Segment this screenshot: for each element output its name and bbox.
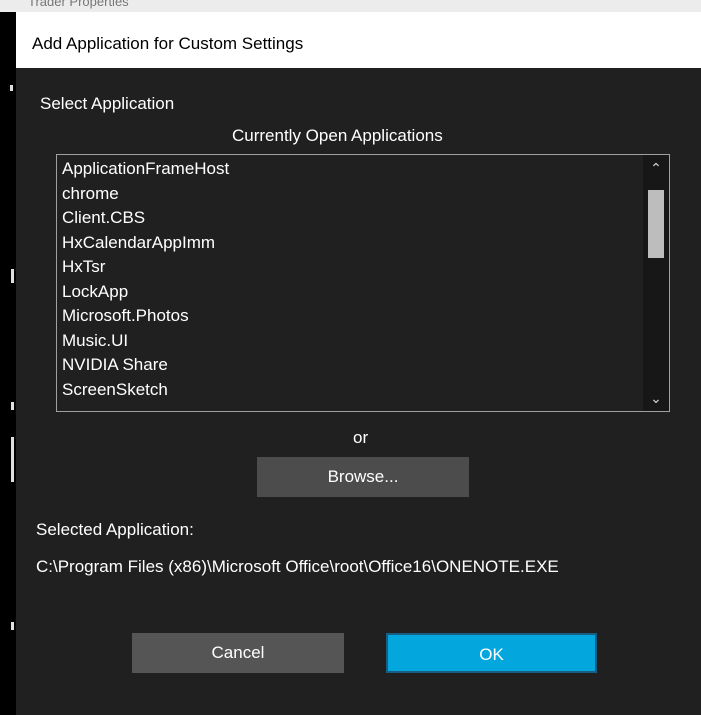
list-items: ApplicationFrameHost chrome Client.CBS H… xyxy=(62,157,642,402)
chevron-up-icon[interactable]: ⌃ xyxy=(643,157,669,179)
dialog-title: Add Application for Custom Settings xyxy=(32,34,304,53)
list-item[interactable]: LockApp xyxy=(62,280,642,305)
list-header: Currently Open Applications xyxy=(232,126,443,145)
edge-mark xyxy=(11,622,14,630)
list-item[interactable]: ApplicationFrameHost xyxy=(62,157,642,182)
ok-button[interactable]: OK xyxy=(386,633,597,673)
list-item[interactable]: chrome xyxy=(62,182,642,207)
browse-button[interactable]: Browse... xyxy=(257,457,469,497)
chevron-down-icon[interactable]: ⌄ xyxy=(643,387,669,409)
list-item[interactable]: HxCalendarAppImm xyxy=(62,231,642,256)
open-applications-list[interactable]: ApplicationFrameHost chrome Client.CBS H… xyxy=(56,154,670,412)
list-item[interactable]: Client.CBS xyxy=(62,206,642,231)
list-item[interactable]: ScreenSketch xyxy=(62,378,642,403)
background-window-edge xyxy=(0,12,16,715)
background-window-titlebar: Trader Properties xyxy=(0,0,701,12)
background-window-title: Trader Properties xyxy=(28,0,129,9)
list-item[interactable]: NVIDIA Share xyxy=(62,353,642,378)
select-application-label: Select Application xyxy=(40,94,175,113)
edge-mark xyxy=(10,85,13,91)
or-label: or xyxy=(353,428,369,447)
list-item[interactable]: HxTsr xyxy=(62,255,642,280)
selected-application-path: C:\Program Files (x86)\Microsoft Office\… xyxy=(36,557,559,576)
cancel-button[interactable]: Cancel xyxy=(132,633,344,673)
list-scrollbar[interactable]: ⌃ ⌄ xyxy=(643,155,669,411)
add-application-dialog: Add Application for Custom Settings Sele… xyxy=(16,12,701,715)
list-item[interactable]: Microsoft.Photos xyxy=(62,304,642,329)
edge-mark xyxy=(11,402,14,410)
selected-application-label: Selected Application: xyxy=(36,520,194,539)
list-item[interactable]: Music.UI xyxy=(62,329,642,354)
dialog-titlebar: Add Application for Custom Settings xyxy=(16,12,701,68)
edge-mark xyxy=(11,437,14,482)
edge-mark xyxy=(11,269,14,283)
scroll-thumb[interactable] xyxy=(648,190,664,258)
